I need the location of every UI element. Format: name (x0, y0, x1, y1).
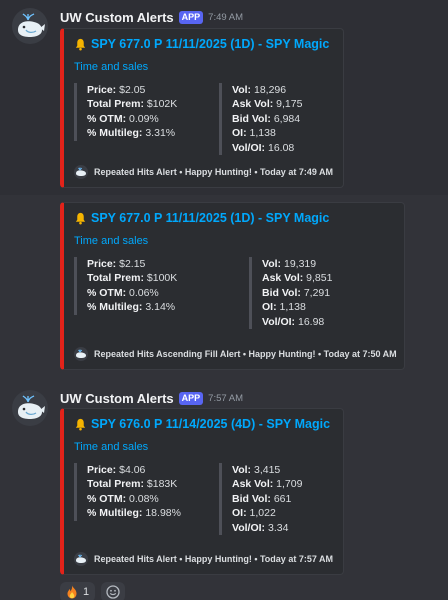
embed-fields-right: Vol: 18,296 Ask Vol: 9,175 Bid Vol: 6,98… (219, 83, 303, 156)
field-multileg: % Multileg: 3.14% (87, 301, 176, 314)
embed-title[interactable]: SPY 677.0 P 11/11/2025 (1D) - SPY Magic (74, 37, 329, 51)
app-badge: APP (178, 11, 204, 24)
embed-fields-left: Price: $2.15 Total Prem: $100K % OTM: 0.… (74, 257, 177, 315)
footer-whale-icon (74, 552, 88, 566)
reactions-bar: 1 (60, 582, 126, 600)
alert-embed: SPY 677.0 P 11/11/2025 (1D) - SPY Magic … (60, 28, 344, 188)
field-ask-vol: Ask Vol: 9,851 (262, 272, 333, 285)
field-vol-oi: Vol/OI: 16.08 (232, 141, 295, 154)
field-multileg: % Multileg: 3.31% (87, 127, 176, 140)
field-ask-vol: Ask Vol: 9,175 (232, 98, 303, 111)
footer-text: Repeated Hits Alert • Happy Hunting! • T… (94, 167, 333, 177)
field-oi: OI: 1,138 (232, 127, 276, 140)
embed-footer: Repeated Hits Alert • Happy Hunting! • T… (74, 165, 333, 179)
field-vol-oi: Vol/OI: 3.34 (232, 521, 289, 534)
footer-whale-icon (74, 165, 88, 179)
embed-fields-right: Vol: 19,319 Ask Vol: 9,851 Bid Vol: 7,29… (249, 257, 333, 330)
field-total-prem: Total Prem: $102K (87, 98, 178, 111)
field-total-prem: Total Prem: $183K (87, 478, 178, 491)
embed-description-link[interactable]: Time and sales (74, 61, 148, 73)
field-otm: % OTM: 0.06% (87, 286, 159, 299)
embed-fields-right: Vol: 3,415 Ask Vol: 1,709 Bid Vol: 661 O… (219, 463, 303, 536)
add-reaction-icon (106, 585, 120, 599)
message-group-3: UW Custom Alerts APP 7:57 AM SPY 676.0 P… (0, 380, 448, 600)
fire-icon (66, 585, 78, 599)
footer-whale-icon (74, 347, 88, 361)
whale-icon (12, 390, 48, 426)
add-reaction-button[interactable] (101, 582, 126, 600)
field-ask-vol: Ask Vol: 1,709 (232, 478, 303, 491)
embed-title[interactable]: SPY 677.0 P 11/11/2025 (1D) - SPY Magic (74, 211, 329, 225)
embed-footer: Repeated Hits Ascending Fill Alert • Hap… (74, 347, 397, 361)
bot-avatar[interactable] (12, 390, 48, 426)
embed-title[interactable]: SPY 676.0 P 11/14/2025 (4D) - SPY Magic (74, 417, 330, 431)
embed-description-link[interactable]: Time and sales (74, 235, 148, 247)
message-timestamp: 7:49 AM (208, 12, 244, 23)
field-vol: Vol: 3,415 (232, 464, 281, 476)
field-oi: OI: 1,138 (262, 301, 306, 314)
embed-title-text[interactable]: SPY 676.0 P 11/14/2025 (4D) - SPY Magic (91, 417, 330, 431)
embed-description-link[interactable]: Time and sales (74, 441, 148, 453)
bot-avatar[interactable] (12, 8, 48, 44)
footer-text: Repeated Hits Alert • Happy Hunting! • T… (94, 554, 333, 564)
field-vol: Vol: 18,296 (232, 84, 287, 96)
message-timestamp: 7:57 AM (208, 393, 244, 404)
field-vol-oi: Vol/OI: 16.98 (262, 315, 325, 328)
field-price: Price: $4.06 (87, 464, 146, 476)
field-price: Price: $2.15 (87, 258, 146, 270)
embed-footer: Repeated Hits Alert • Happy Hunting! • T… (74, 552, 333, 566)
footer-text: Repeated Hits Ascending Fill Alert • Hap… (94, 349, 397, 359)
reaction-count: 1 (83, 586, 90, 598)
field-bid-vol: Bid Vol: 6,984 (232, 112, 301, 125)
message-group-2: SPY 677.0 P 11/11/2025 (1D) - SPY Magic … (0, 195, 448, 380)
field-multileg: % Multileg: 18.98% (87, 507, 181, 520)
reaction-fire[interactable]: 1 (60, 582, 96, 600)
alert-embed: SPY 676.0 P 11/14/2025 (4D) - SPY Magic … (60, 408, 344, 575)
embed-fields-left: Price: $4.06 Total Prem: $183K % OTM: 0.… (74, 463, 181, 521)
embed-fields-left: Price: $2.05 Total Prem: $102K % OTM: 0.… (74, 83, 177, 141)
field-price: Price: $2.05 (87, 84, 146, 96)
field-bid-vol: Bid Vol: 661 (232, 492, 292, 505)
field-total-prem: Total Prem: $100K (87, 272, 178, 285)
whale-icon (12, 8, 48, 44)
field-otm: % OTM: 0.09% (87, 112, 159, 125)
bell-icon (74, 38, 87, 51)
field-oi: OI: 1,022 (232, 507, 276, 520)
bell-icon (74, 418, 87, 431)
bell-icon (74, 212, 87, 225)
field-otm: % OTM: 0.08% (87, 492, 159, 505)
field-vol: Vol: 19,319 (262, 258, 317, 270)
bot-username[interactable]: UW Custom Alerts (60, 391, 174, 406)
embed-title-text[interactable]: SPY 677.0 P 11/11/2025 (1D) - SPY Magic (91, 37, 329, 51)
embed-title-text[interactable]: SPY 677.0 P 11/11/2025 (1D) - SPY Magic (91, 211, 329, 225)
alert-embed: SPY 677.0 P 11/11/2025 (1D) - SPY Magic … (60, 202, 405, 370)
field-bid-vol: Bid Vol: 7,291 (262, 286, 331, 299)
message-group-1: UW Custom Alerts APP 7:49 AM SPY 677.0 P… (0, 0, 448, 195)
app-badge: APP (178, 392, 204, 405)
bot-username[interactable]: UW Custom Alerts (60, 10, 174, 25)
